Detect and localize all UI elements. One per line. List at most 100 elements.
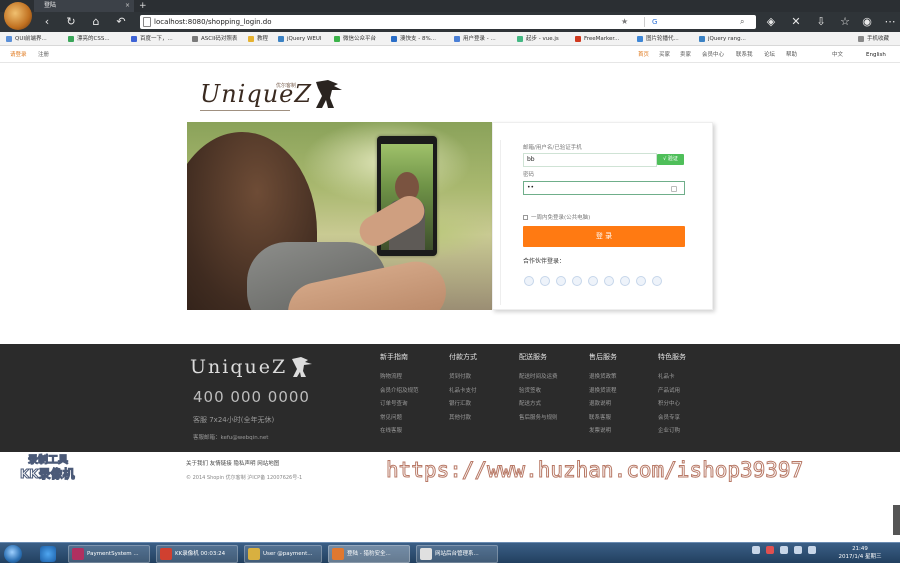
system-clock[interactable]: 21:49 2017/1/4 星期三 [832, 545, 888, 561]
taskbar-task[interactable]: PaymentSystem ... [68, 545, 150, 563]
address-bar[interactable]: localhost:8080/shopping_login.do ★ G ⌕ [140, 15, 756, 29]
site-top-bar: 请登录 注册 首页 买家 卖家 会员中心 联系我 论坛 帮助 中文 Englis… [0, 47, 900, 63]
help-link[interactable]: 帮助 [786, 47, 797, 63]
seller-link[interactable]: 卖家 [680, 47, 691, 63]
game-icon[interactable]: ◉ [860, 15, 874, 29]
partner-douban-icon[interactable] [588, 276, 598, 286]
bookmark-item[interactable]: 教程 [248, 32, 268, 46]
download-icon[interactable]: ⇩ [814, 15, 828, 29]
search-icon[interactable]: ⌕ [740, 15, 744, 29]
address-separator [644, 17, 645, 27]
partner-renren-icon[interactable] [572, 276, 582, 286]
bookmark-item[interactable]: 图片轮播代... [637, 32, 679, 46]
footer-link[interactable]: 积分中心 [658, 399, 718, 413]
reload-icon[interactable]: ↻ [64, 15, 78, 29]
footer-link[interactable]: 配送方式 [519, 399, 579, 413]
footer-link[interactable]: 联系客服 [589, 413, 649, 427]
partner-msn-icon[interactable] [652, 276, 662, 286]
footer-column-title: 配送服务 [519, 353, 547, 361]
ie-quicklaunch-icon[interactable] [40, 546, 56, 562]
bookmark-item[interactable]: 用户登录 - ... [454, 32, 496, 46]
partner-weibo-icon[interactable] [540, 276, 550, 286]
partner-alipay-icon[interactable] [556, 276, 566, 286]
footer-link[interactable]: 礼品卡 [658, 372, 718, 386]
bookmark-star-icon[interactable]: ★ [621, 15, 628, 29]
lang-english-link[interactable]: English [866, 47, 886, 63]
footer-link[interactable]: 礼品卡支付 [449, 386, 509, 400]
footer-link[interactable]: 验货签收 [519, 386, 579, 400]
browser-logo-icon[interactable] [4, 2, 32, 30]
forum-link[interactable]: 论坛 [764, 47, 775, 63]
bookmark-item[interactable]: 澳快支 - 8%... [391, 32, 436, 46]
login-button[interactable]: 登 录 [523, 226, 685, 247]
footer-link[interactable]: 退换货流程 [589, 386, 649, 400]
bookmark-item[interactable]: 起步 - vue.js [517, 32, 559, 46]
shield-icon[interactable]: ◈ [764, 15, 778, 29]
bookmark-item[interactable]: 微信公众平台 [334, 32, 376, 46]
footer-link[interactable]: 购物流程 [380, 372, 440, 386]
bookmark-item[interactable]: QUI前端界... [6, 32, 47, 46]
home-icon[interactable]: ⌂ [89, 15, 103, 29]
footer-link[interactable]: 退款说明 [589, 399, 649, 413]
password-input[interactable]: •• [523, 181, 685, 195]
footer-link[interactable]: 发票说明 [589, 426, 649, 440]
footer-link[interactable]: 售后服务与规则 [519, 413, 579, 427]
extension-icon[interactable]: ✕ [789, 15, 803, 29]
partner-netease-icon[interactable] [636, 276, 646, 286]
taskbar-task[interactable]: 网站后台管理系... [416, 545, 498, 563]
lang-chinese-link[interactable]: 中文 [832, 47, 843, 63]
tab-title: 登陆 [44, 2, 57, 9]
partner-qq-icon[interactable] [524, 276, 534, 286]
start-button-icon[interactable] [4, 545, 22, 563]
bookmark-item[interactable]: ASCII码对照表 [192, 32, 237, 46]
bookmark-item[interactable]: jQuery WEUI [278, 32, 322, 46]
url-text[interactable]: localhost:8080/shopping_login.do [154, 15, 272, 29]
new-tab-button[interactable]: + [139, 0, 147, 12]
footer-link[interactable]: 在线客服 [380, 426, 440, 440]
undo-icon[interactable]: ↶ [114, 15, 128, 29]
bookmark-item[interactable]: 手机收藏 [858, 32, 889, 46]
tray-network-icon[interactable] [752, 546, 760, 554]
tab-close-icon[interactable]: × [125, 0, 130, 12]
footer-link[interactable]: 银行汇款 [449, 399, 509, 413]
tray-security-icon[interactable] [766, 546, 774, 554]
footer-link[interactable]: 货到付款 [449, 372, 509, 386]
bookmark-item[interactable]: 漂亮的CSS... [68, 32, 110, 46]
login-link[interactable]: 请登录 [10, 47, 27, 63]
tray-volume-icon[interactable] [780, 546, 788, 554]
taskbar-task[interactable]: KK录像机 00:03:24 [156, 545, 238, 563]
tray-monitor-icon[interactable] [808, 546, 816, 554]
footer-link[interactable]: 配送时间及运费 [519, 372, 579, 386]
tray-flag-icon[interactable] [794, 546, 802, 554]
bookmark-item[interactable]: FreeMarker... [575, 32, 619, 46]
back-icon[interactable]: ‹ [40, 15, 54, 29]
member-center-link[interactable]: 会员中心 [702, 47, 724, 63]
remember-me[interactable]: 一周内免登录(公共电脑) [523, 213, 590, 221]
partner-baidu-icon[interactable] [604, 276, 614, 286]
bookmark-item[interactable]: 百度一下，... [131, 32, 173, 46]
footer-link[interactable]: 退换货政策 [589, 372, 649, 386]
side-scroll-tab[interactable] [893, 505, 900, 535]
home-link[interactable]: 首页 [638, 47, 649, 63]
username-input[interactable]: bb [523, 153, 657, 167]
bottom-links[interactable]: 关于我们 友情链接 隐私声明 网站地图 [186, 459, 279, 467]
taskbar-task[interactable]: User @payment... [244, 545, 322, 563]
footer-link[interactable]: 企业订购 [658, 426, 718, 440]
footer-link[interactable]: 产品试用 [658, 386, 718, 400]
contact-link[interactable]: 联系我 [736, 47, 753, 63]
footer-link[interactable]: 订单号查询 [380, 399, 440, 413]
footer-link[interactable]: 常见问题 [380, 413, 440, 427]
menu-icon[interactable]: ⋯ [883, 15, 897, 29]
partner-kaixin-icon[interactable] [620, 276, 630, 286]
favorites-icon[interactable]: ☆ [838, 15, 852, 29]
footer-link[interactable]: 会员专享 [658, 413, 718, 427]
bookmark-item[interactable]: jQuery rang... [699, 32, 746, 46]
taskbar-task[interactable]: 登陆 - 猎豹安全... [328, 545, 410, 563]
buyer-link[interactable]: 买家 [659, 47, 670, 63]
browser-tab[interactable]: 登陆 × [34, 0, 134, 12]
search-engine-icon[interactable]: G [652, 15, 657, 29]
register-link[interactable]: 注册 [38, 47, 49, 63]
footer-link[interactable]: 会员介绍及规范 [380, 386, 440, 400]
footer-link[interactable]: 其他付款 [449, 413, 509, 427]
remember-checkbox[interactable] [523, 215, 528, 220]
